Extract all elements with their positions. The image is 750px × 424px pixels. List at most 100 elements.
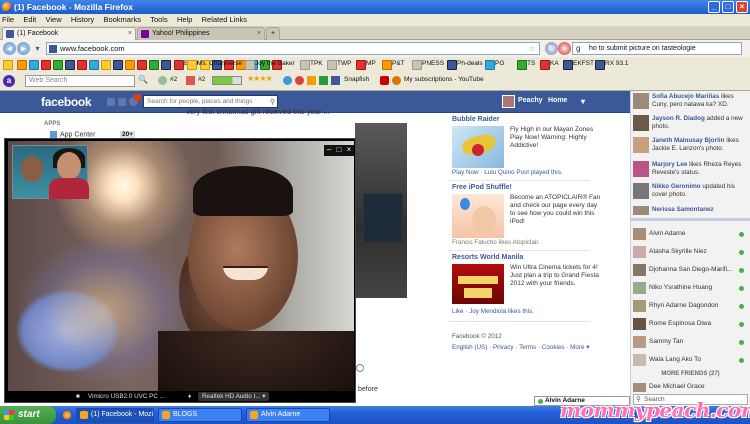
ad-title[interactable]: Free iPod Shuffle! bbox=[452, 184, 512, 191]
feed-photo[interactable] bbox=[355, 123, 407, 298]
maximize-button[interactable]: □ bbox=[722, 1, 734, 13]
chat-friend[interactable]: Djohanna San Diego-Marifi... bbox=[633, 263, 748, 277]
ad-image-resorts-world[interactable] bbox=[452, 264, 504, 304]
friend-requests-icon[interactable] bbox=[107, 98, 115, 106]
tab-facebook[interactable]: (1) Facebook × bbox=[2, 27, 136, 40]
menu-bookmarks[interactable]: Bookmarks bbox=[103, 15, 141, 24]
ticker-item[interactable]: Nikko Geronimo updated his cover photo. bbox=[633, 183, 748, 199]
close-window-button[interactable]: × bbox=[736, 1, 748, 13]
bookmark-ms-chuniverse[interactable]: Ms. Chuniverse bbox=[187, 59, 242, 70]
forward-button[interactable]: ► bbox=[17, 42, 30, 55]
chat-friend[interactable]: Dee Michael Grace bbox=[633, 382, 748, 392]
bookmark-icon[interactable] bbox=[17, 59, 27, 70]
ticker-item[interactable]: Marjory Lee likes Rheza Reyes Reveste's … bbox=[633, 161, 748, 177]
microphone-selector[interactable]: Realtek HD Audio I... ▾ bbox=[198, 392, 270, 401]
menu-help[interactable]: Help bbox=[177, 15, 192, 24]
web-search-input[interactable]: Web Search bbox=[25, 75, 135, 87]
bookmark-icon[interactable] bbox=[89, 59, 99, 70]
settings-arrow-icon[interactable]: ▾ bbox=[581, 97, 585, 106]
close-tab-icon[interactable]: × bbox=[128, 28, 132, 40]
camera-selector[interactable]: Vimicro USB2.0 UVC PC ... bbox=[88, 391, 165, 402]
video-call-window[interactable]: – □ × ■ Vimicro USB2.0 UVC PC ... ♦ Realte… bbox=[4, 138, 356, 403]
bookmark-icon[interactable] bbox=[101, 59, 111, 70]
bookmark-pg[interactable]: PG bbox=[485, 59, 504, 70]
search-icon[interactable]: 🔍 bbox=[138, 75, 148, 84]
start-button[interactable]: start bbox=[0, 406, 56, 424]
ticker-item[interactable]: Jayson R. Diadog added a new photo. bbox=[633, 115, 748, 131]
footer-links[interactable]: English (US) · Privacy · Terms · Cookies… bbox=[452, 344, 589, 351]
firefox-addon-icon[interactable] bbox=[392, 76, 401, 85]
menu-edit[interactable]: Edit bbox=[23, 15, 36, 24]
addon-icon[interactable] bbox=[307, 76, 316, 85]
minimize-video-icon[interactable]: – bbox=[324, 145, 334, 155]
bookmark-mp[interactable]: MP bbox=[356, 59, 376, 70]
taskbar-item-blogs[interactable]: BLOGS bbox=[158, 408, 242, 422]
addon-icon[interactable] bbox=[283, 76, 292, 85]
bookmark-icon[interactable] bbox=[125, 59, 135, 70]
addon-icon[interactable] bbox=[319, 76, 328, 85]
bookmark-ts[interactable]: TS bbox=[517, 59, 535, 70]
browser-search-field[interactable]: g ho to submit picture on tasteologie bbox=[572, 42, 742, 55]
bookmark-joy-the-baker[interactable]: Joy the Baker bbox=[245, 59, 295, 70]
bookmark-icon[interactable] bbox=[137, 59, 147, 70]
bookmark-icon[interactable] bbox=[113, 59, 123, 70]
bookmark-icon[interactable] bbox=[41, 59, 51, 70]
close-video-icon[interactable]: × bbox=[344, 145, 354, 155]
facebook-logo[interactable]: facebook bbox=[41, 95, 92, 109]
tab-yahoo[interactable]: Yahoo! Philippines × bbox=[137, 27, 265, 40]
ad-image-bubble-raider[interactable] bbox=[452, 126, 504, 168]
dropdown-icon[interactable]: ▾ bbox=[31, 42, 44, 55]
minimize-button[interactable]: _ bbox=[708, 1, 720, 13]
bookmark-pt[interactable]: P&T bbox=[382, 59, 405, 70]
bookmark-ka[interactable]: KA bbox=[540, 59, 559, 70]
addon-icon[interactable] bbox=[295, 76, 304, 85]
bookmark-icon[interactable] bbox=[77, 59, 87, 70]
bookmark-icon[interactable] bbox=[53, 59, 63, 70]
new-tab-button[interactable]: + bbox=[266, 27, 280, 40]
bookmark-icon[interactable] bbox=[65, 59, 75, 70]
bookmark-twp[interactable]: TWP bbox=[327, 59, 351, 70]
menu-file[interactable]: File bbox=[2, 15, 14, 24]
ad-title[interactable]: Bubble Raider bbox=[452, 116, 499, 123]
taskbar-item-firefox[interactable]: (1) Facebook - Mozilla... bbox=[76, 408, 154, 422]
close-tab-icon[interactable]: × bbox=[257, 28, 261, 40]
menu-related-links[interactable]: Related Links bbox=[202, 15, 247, 24]
ticker-item[interactable]: Nerissa Samontanez bbox=[633, 206, 748, 215]
ad-title[interactable]: Resorts World Manila bbox=[452, 254, 523, 261]
ad-like-text[interactable]: Like · Joy Mendiola likes this. bbox=[452, 308, 534, 315]
chat-friend[interactable]: Rhyn Adarne Dagondon bbox=[633, 299, 748, 313]
window-titlebar[interactable]: (1) Facebook - Mozilla Firefox _ □ × bbox=[0, 0, 750, 14]
chat-friend[interactable]: Alvin Adarne bbox=[633, 227, 748, 241]
bookmark-icon[interactable] bbox=[29, 59, 39, 70]
taskbar-item-chat[interactable]: Alvin Adarne bbox=[246, 408, 330, 422]
chat-friend[interactable]: Niko Ysrathine Huang bbox=[633, 281, 748, 295]
ad-like-text[interactable]: Play Now · Lulu Quino Post played this. bbox=[452, 169, 563, 176]
avatar[interactable] bbox=[502, 95, 515, 108]
bookmark-icon[interactable] bbox=[149, 59, 159, 70]
addon-icon[interactable] bbox=[331, 76, 340, 85]
bookmark-rx931[interactable]: RX 93.1 bbox=[595, 59, 629, 70]
messages-icon[interactable] bbox=[118, 98, 126, 106]
bookmark-star-icon[interactable]: ☆ bbox=[528, 43, 535, 54]
self-view-video[interactable] bbox=[12, 145, 89, 199]
ticker-item[interactable]: Sofia Abucejo Mariñas likes Cuny, pero n… bbox=[633, 93, 748, 109]
bookmark-ekfst[interactable]: EKFST bbox=[563, 59, 594, 70]
youtube-subscriptions-link[interactable]: My subscriptions - YouTube bbox=[404, 76, 484, 83]
bookmark-icon[interactable] bbox=[3, 59, 13, 70]
bookmark-pness[interactable]: PNESS bbox=[412, 59, 444, 70]
home-link[interactable]: Home bbox=[548, 97, 567, 104]
ticker-item[interactable]: Janeth Malnusay Bjorlin likes Jackie E. … bbox=[633, 137, 748, 153]
back-button[interactable]: ◄ bbox=[3, 42, 16, 55]
chat-friend[interactable]: Rome Espinosa Diwa bbox=[633, 317, 748, 331]
chat-friend[interactable]: Sammy Tan bbox=[633, 335, 748, 349]
chat-friend[interactable]: Wala Lang Ako To bbox=[633, 353, 748, 367]
profile-link[interactable]: Peachy bbox=[518, 97, 543, 104]
menu-tools[interactable]: Tools bbox=[150, 15, 168, 24]
bookmark-ph-deals[interactable]: Ph-deals bbox=[447, 59, 483, 70]
menu-view[interactable]: View bbox=[46, 15, 62, 24]
ad-image-ipod[interactable] bbox=[452, 194, 504, 238]
bookmark-tpk[interactable]: TPK bbox=[300, 59, 323, 70]
menu-history[interactable]: History bbox=[71, 15, 94, 24]
chat-friend[interactable]: Atasha Skyrille Niez bbox=[633, 245, 748, 259]
snapfish-link[interactable]: Snapfish bbox=[344, 76, 369, 83]
